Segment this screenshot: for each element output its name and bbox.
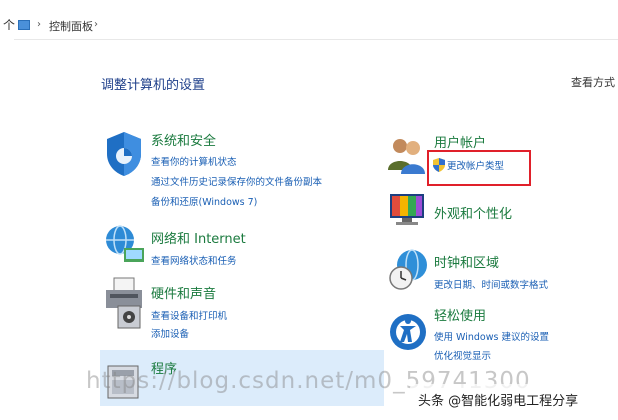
category-ease-of-access[interactable]: 轻松使用 [434, 305, 486, 324]
control-panel-window: 个 › 控制面板 › 调整计算机的设置 查看方式 系统和安全 查看你的计算机状态… [0, 0, 618, 420]
address-bar: 个 › 控制面板 › [0, 0, 618, 44]
shield-icon[interactable] [104, 130, 144, 178]
link-optimize-visual-display[interactable]: 优化视觉显示 [434, 348, 491, 362]
view-by-label: 查看方式 [571, 76, 615, 89]
ease-of-access-icon[interactable] [388, 308, 428, 352]
link-network-status[interactable]: 查看网络状态和任务 [151, 253, 237, 267]
link-change-date-time-format[interactable]: 更改日期、时间或数字格式 [434, 277, 548, 291]
link-file-history-backup[interactable]: 通过文件历史记录保存你的文件备份副本 [151, 174, 322, 188]
link-devices-printers[interactable]: 查看设备和打印机 [151, 308, 227, 322]
network-globe-icon[interactable] [104, 222, 146, 266]
category-network-internet[interactable]: 网络和 Internet [151, 228, 246, 247]
category-system-security[interactable]: 系统和安全 [151, 130, 216, 149]
control-panel-folder-icon [18, 20, 30, 30]
category-user-accounts[interactable]: 用户帐户 [434, 132, 486, 151]
chevron-right-icon[interactable]: › [37, 19, 41, 30]
appearance-icon[interactable] [388, 190, 428, 230]
address-field[interactable] [14, 8, 618, 40]
annotation-highlight-box [427, 150, 531, 186]
source-credit: 头条 @智能化弱电工程分享 [418, 394, 579, 409]
chevron-right-icon[interactable]: › [94, 19, 98, 30]
page-title: 调整计算机的设置 [101, 78, 206, 93]
category-hardware-sound[interactable]: 硬件和声音 [151, 283, 216, 302]
link-backup-restore[interactable]: 备份和还原(Windows 7) [151, 194, 257, 208]
link-view-computer-status[interactable]: 查看你的计算机状态 [151, 154, 237, 168]
link-add-device[interactable]: 添加设备 [151, 326, 189, 340]
category-appearance[interactable]: 外观和个性化 [434, 203, 512, 222]
users-icon[interactable] [386, 134, 426, 176]
breadcrumb-control-panel[interactable]: 控制面板 [49, 18, 93, 34]
printer-icon[interactable] [104, 276, 148, 330]
category-clock-region[interactable]: 时钟和区域 [434, 252, 499, 271]
link-recommended-settings[interactable]: 使用 Windows 建议的设置 [434, 329, 549, 343]
clock-globe-icon[interactable] [388, 248, 430, 292]
